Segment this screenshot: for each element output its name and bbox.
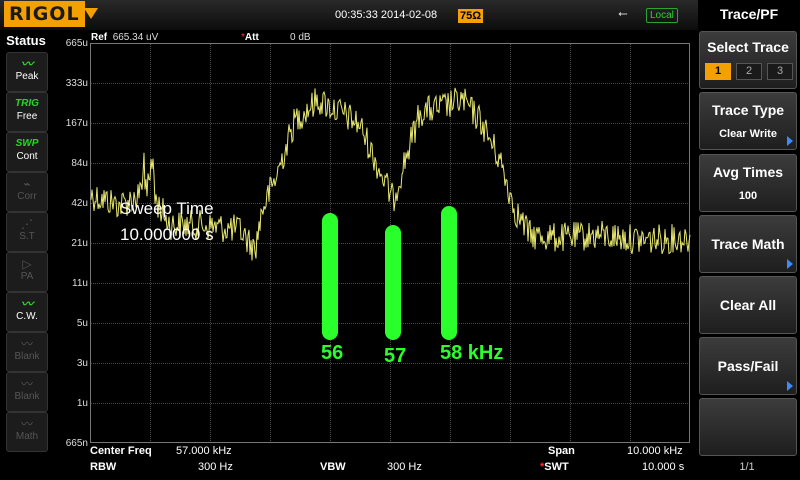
ref-level: Ref 665.34 uV [91,32,158,43]
select-trace-button[interactable]: Select Trace 123 [699,31,797,89]
status-item-math: 〰 Math [6,412,48,452]
status-panel: Status 〰 Peak TRIG Free SWP Cont ⌁ Corr ⋰ S.T ▷ PA 〰… [0,30,52,480]
trace-type-value: Clear Write [719,128,777,140]
ref-label: Ref [91,32,108,43]
y-axis-label: 3u [76,358,88,369]
menu-page-indicator: 1/1 [739,461,755,473]
trace-type-button[interactable]: Trace Type Clear Write [699,92,797,150]
menu-title: Trace/PF [719,6,779,22]
y-axis-label: 11u [72,278,88,289]
status-title: Status [6,33,46,48]
logo-arrow-icon [84,8,98,19]
y-axis-label: 1u [76,398,88,409]
rbw-value: 300 Hz [198,461,233,473]
submenu-arrow-icon [787,136,793,146]
status-item-label: Cont [16,151,38,162]
status-item-label: Blank [14,351,40,362]
center-freq-label: Center Freq [90,445,152,457]
pa-icon: ▷ [22,257,32,271]
trace-select-1[interactable]: 1 [705,63,731,80]
frequency-marker-bar [322,213,338,340]
status-item-free: TRIG Free [6,92,48,132]
y-axis-label: 665u [65,38,88,49]
status-item-label: Corr [17,191,37,202]
swt-value: 10.000 s [642,461,685,473]
avg-times-value: 100 [738,190,758,202]
clear-all-button[interactable]: Clear All [699,276,797,334]
status-item-label: Math [15,431,39,442]
trace-type-label: Trace Type [711,102,785,118]
status-item-label: Free [16,111,38,122]
span-label: Span [548,445,575,457]
cw-icon: 〰 [20,297,33,311]
frequency-marker-label: 56 [321,342,344,364]
status-item-blank: 〰 Blank [6,332,48,372]
status-item-blank: 〰 Blank [6,372,48,412]
avg-times-button[interactable]: Avg Times 100 [699,154,797,212]
y-axis-label: 42u [71,198,88,209]
pass-fail-button[interactable]: Pass/Fail [699,337,797,395]
select-trace-label: Select Trace [707,39,789,55]
st-icon: ⋰ [21,217,33,231]
y-axis-label: 333u [65,78,88,89]
y-axis-label: 84u [71,158,88,169]
center-freq-value: 57.000 kHz [176,445,232,457]
status-item-pa: ▷ PA [6,252,48,292]
y-axis-label: 665n [65,438,88,449]
rigol-logo: RIGOL [4,1,85,27]
status-item-label: S.T [19,231,35,242]
avg-times-label: Avg Times [712,164,784,180]
trace-math-label: Trace Math [711,236,785,252]
top-status-bar: RIGOL 00:35:33 2014-02-08 75Ω ⭠ Local [0,0,698,30]
submenu-arrow-icon [787,381,793,391]
frequency-marker-label: 57 [384,345,407,367]
frequency-marker-bar [385,225,401,340]
frequency-marker-bar [441,206,457,340]
status-item-cont: SWP Cont [6,132,48,172]
status-item-label: Peak [15,71,39,82]
y-axis-label: 5u [76,318,88,329]
local-mode-badge: Local [646,8,678,23]
swt-label-text: SWT [544,461,569,473]
rbw-label: RBW [90,461,117,473]
status-item-label: C.W. [16,311,38,322]
pass-fail-label: Pass/Fail [717,358,779,374]
att-label: Att [244,32,259,43]
status-item-corr: ⌁ Corr [6,172,48,212]
trig-icon: TRIG [15,98,39,109]
sweep-time-value: 10.000000 s [120,225,214,244]
status-item-peak: 〰 Peak [6,52,48,92]
frequency-marker-label: 58 kHz [440,342,504,364]
clear-all-label: Clear All [719,297,777,313]
status-item-cw: 〰 C.W. [6,292,48,332]
blank-icon: 〰 [20,377,33,391]
status-item-label: Blank [14,391,40,402]
trace-math-button[interactable]: Trace Math [699,215,797,273]
y-axis-label: 21u [71,238,88,249]
math-icon: 〰 [20,417,33,431]
status-item-label: PA [20,271,34,282]
attenuation: *Att [241,32,259,43]
impedance-badge: 75Ω [458,9,484,23]
corr-icon: ⌁ [23,177,31,191]
span-value: 10.000 kHz [627,445,683,457]
usb-icon: ⭠ [618,6,628,20]
trace-select-2[interactable]: 2 [736,63,762,80]
ref-value: 665.34 uV [112,32,159,43]
sweep-time-label: Sweep Time [120,199,214,218]
swt-label: *SWT [540,461,569,473]
vbw-value: 300 Hz [387,461,422,473]
submenu-arrow-icon [787,259,793,269]
peak-icon: 〰 [20,57,33,71]
vbw-label: VBW [320,461,346,473]
y-axis-label: 167u [65,118,88,129]
softkey-menu: Trace/PF Select Trace 123 Trace Type Cle… [698,0,800,480]
swp-icon: SWP [15,138,39,149]
blank-icon: 〰 [20,337,33,351]
trace-select-3[interactable]: 3 [767,63,793,80]
status-item-st: ⋰ S.T [6,212,48,252]
date-time: 00:35:33 2014-02-08 [335,9,438,21]
att-value: 0 dB [290,32,311,43]
empty-softkey[interactable] [699,398,797,456]
